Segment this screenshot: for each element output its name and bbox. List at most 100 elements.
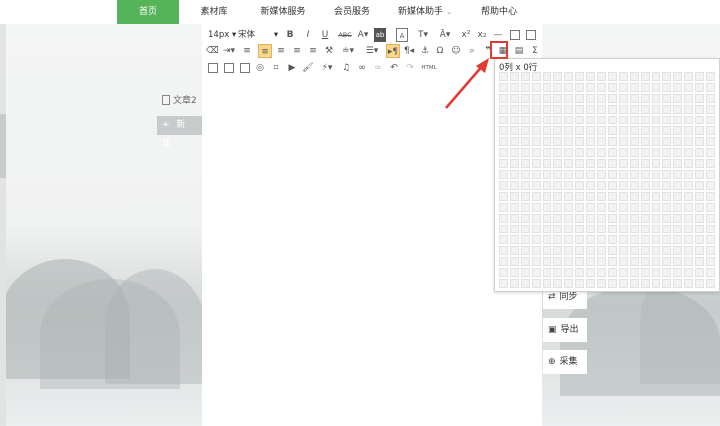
table-grid-cell[interactable]	[520, 170, 530, 179]
rtl-icon[interactable]: ¶◂	[402, 44, 416, 58]
table-grid-cell[interactable]	[586, 126, 596, 136]
table-grid-cell[interactable]	[575, 159, 585, 169]
table-grid-cell[interactable]	[520, 93, 530, 103]
table-grid-cell[interactable]	[618, 257, 628, 267]
table-grid-cell[interactable]	[597, 191, 606, 201]
table-grid-cell[interactable]	[509, 268, 519, 278]
table-grid-cell[interactable]	[597, 170, 606, 179]
table-grid-cell[interactable]	[586, 257, 596, 267]
table-grid-cell[interactable]	[520, 257, 530, 267]
letter-spacing-icon[interactable]: Ā▾	[438, 28, 452, 42]
table-grid-cell[interactable]	[618, 93, 628, 103]
table-grid-cell[interactable]	[586, 246, 596, 256]
table-grid-cell[interactable]	[684, 235, 694, 245]
table-grid-cell[interactable]	[520, 148, 530, 158]
table-grid-cell[interactable]	[575, 246, 585, 256]
table-grid-cell[interactable]	[553, 82, 563, 92]
table-grid-cell[interactable]	[542, 235, 552, 245]
table-grid-cell[interactable]	[618, 180, 628, 190]
table-grid-cell[interactable]	[695, 246, 705, 256]
table-grid-cell[interactable]	[662, 137, 672, 147]
new-document-button[interactable]: + 新 建	[157, 116, 202, 149]
fullscreen-icon[interactable]	[526, 30, 536, 40]
table-grid-cell[interactable]	[542, 191, 552, 201]
table-grid-cell[interactable]	[695, 268, 705, 278]
table-grid-cell[interactable]	[499, 72, 508, 81]
table-grid-cell[interactable]	[684, 72, 694, 81]
table-grid-cell[interactable]	[662, 159, 672, 169]
table-grid-cell[interactable]	[640, 191, 650, 201]
table-grid-cell[interactable]	[597, 159, 606, 169]
table-grid-cell[interactable]	[629, 104, 639, 114]
indent-icon[interactable]: ⇥▾	[220, 44, 238, 58]
table-grid-cell[interactable]	[520, 224, 530, 234]
align-right-icon[interactable]: ≡	[290, 44, 304, 58]
table-grid-cell[interactable]	[597, 246, 606, 256]
table-grid-cell[interactable]	[706, 246, 715, 256]
nav-home[interactable]: 首页	[117, 0, 179, 24]
font-color-icon[interactable]: A▾	[356, 28, 370, 42]
table-grid-cell[interactable]	[509, 257, 519, 267]
table-grid-cell[interactable]	[542, 202, 552, 212]
table-grid-cell[interactable]	[640, 93, 650, 103]
table-grid-cell[interactable]	[662, 148, 672, 158]
table-grid-cell[interactable]	[629, 246, 639, 256]
table-grid-cell[interactable]	[673, 148, 683, 158]
table-grid-cell[interactable]	[673, 115, 683, 125]
table-grid-cell[interactable]	[542, 159, 552, 169]
table-grid-cell[interactable]	[662, 257, 672, 267]
table-grid-cell[interactable]	[706, 82, 715, 92]
table-grid-cell[interactable]	[662, 104, 672, 114]
nav-media-assistant[interactable]: 新媒体助手 ⌄	[390, 0, 460, 24]
table-grid-cell[interactable]	[673, 202, 683, 212]
table-grid-cell[interactable]	[509, 104, 519, 114]
table-grid-cell[interactable]	[618, 224, 628, 234]
screenshot-icon[interactable]: ⌗	[270, 61, 282, 75]
table-grid-cell[interactable]	[564, 126, 574, 136]
circle-image-icon[interactable]: ◎	[254, 61, 266, 75]
table-grid-cell[interactable]	[564, 93, 574, 103]
table-grid-cell[interactable]	[499, 170, 508, 179]
table-grid-cell[interactable]	[553, 72, 563, 81]
table-grid-cell[interactable]	[651, 126, 661, 136]
table-grid-cell[interactable]	[564, 137, 574, 147]
table-grid-cell[interactable]	[629, 170, 639, 179]
table-grid-cell[interactable]	[564, 115, 574, 125]
table-grid-cell[interactable]	[499, 137, 508, 147]
table-grid-cell[interactable]	[651, 235, 661, 245]
table-grid-cell[interactable]	[673, 159, 683, 169]
table-picker-popup[interactable]: 0列 x 0行	[494, 58, 720, 292]
table-grid-cell[interactable]	[695, 224, 705, 234]
table-grid-cell[interactable]	[618, 115, 628, 125]
table-grid-cell[interactable]	[564, 213, 574, 223]
table-grid-cell[interactable]	[640, 279, 650, 288]
table-grid-cell[interactable]	[531, 82, 541, 92]
table-grid-cell[interactable]	[542, 279, 552, 288]
table-grid-cell[interactable]	[586, 82, 596, 92]
table-grid-cell[interactable]	[673, 126, 683, 136]
table-grid-cell[interactable]	[553, 268, 563, 278]
table-grid-cell[interactable]	[695, 235, 705, 245]
table-grid-cell[interactable]	[520, 180, 530, 190]
image-gallery-icon[interactable]	[224, 63, 234, 73]
table-grid-cell[interactable]	[575, 224, 585, 234]
table-grid-cell[interactable]	[629, 126, 639, 136]
table-grid-cell[interactable]	[564, 159, 574, 169]
table-grid-cell[interactable]	[706, 159, 715, 169]
table-grid-cell[interactable]	[542, 93, 552, 103]
table-grid-cell[interactable]	[662, 224, 672, 234]
table-grid-cell[interactable]	[499, 148, 508, 158]
table-grid-cell[interactable]	[618, 137, 628, 147]
table-grid-cell[interactable]	[531, 202, 541, 212]
table-grid-cell[interactable]	[553, 104, 563, 114]
table-grid-cell[interactable]	[673, 213, 683, 223]
table-grid-cell[interactable]	[575, 180, 585, 190]
table-grid-cell[interactable]	[597, 126, 606, 136]
table-grid-cell[interactable]	[531, 93, 541, 103]
table-grid-cell[interactable]	[575, 126, 585, 136]
table-grid-cell[interactable]	[662, 246, 672, 256]
align-left-icon[interactable]: ≡	[258, 44, 272, 58]
table-grid-cell[interactable]	[499, 213, 508, 223]
table-grid-cell[interactable]	[607, 224, 617, 234]
table-grid-cell[interactable]	[499, 82, 508, 92]
